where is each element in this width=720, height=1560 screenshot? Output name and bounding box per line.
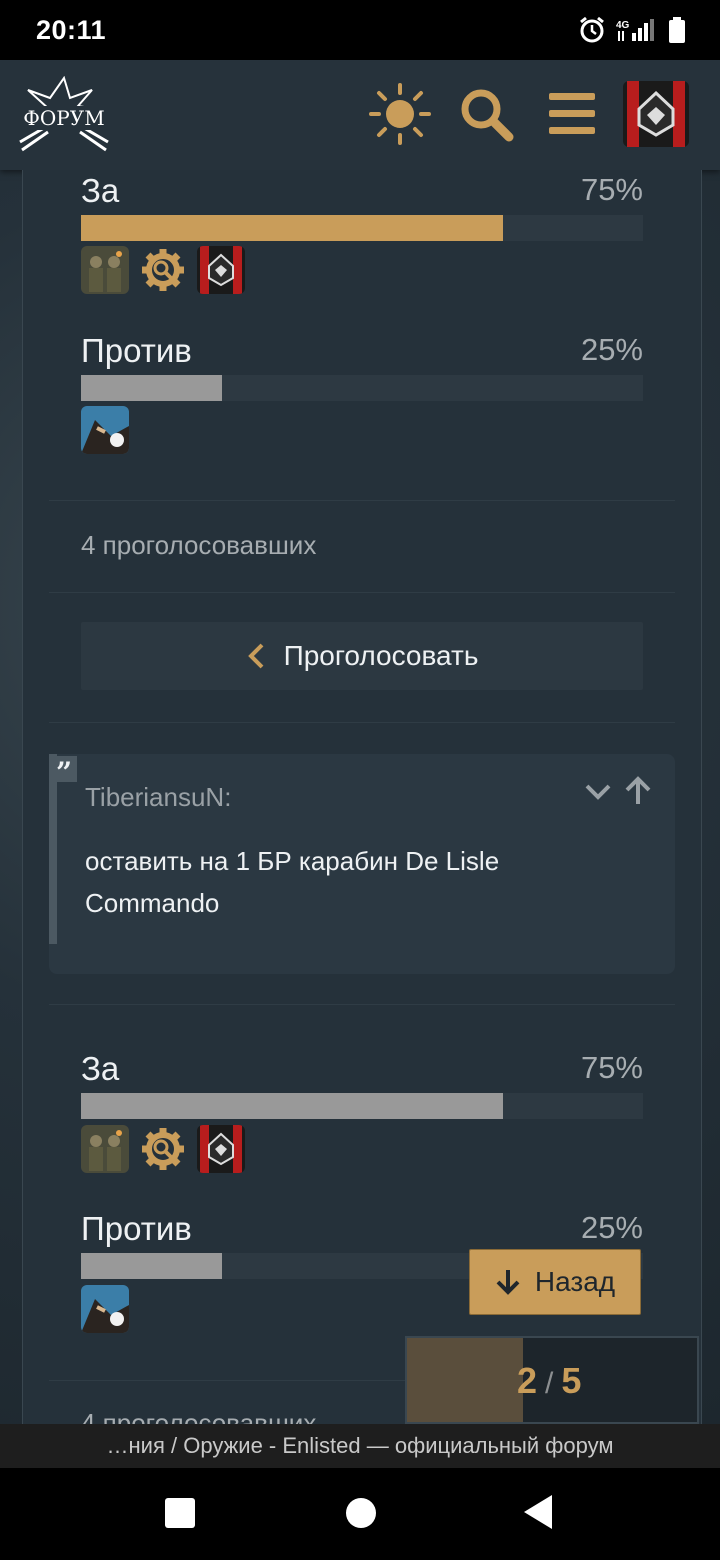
sun-icon [369,83,431,145]
option-label: За [81,172,120,209]
battery-icon [669,17,685,43]
progress-text: 2/5 [517,1360,581,1402]
voter-avatar[interactable] [81,1285,129,1333]
voter-avatar[interactable] [139,246,187,294]
divider [49,500,675,501]
arrow-up-icon[interactable] [623,776,653,806]
chevron-down-icon[interactable] [583,776,613,806]
poll1-voters-against [81,406,129,454]
voter-avatar[interactable] [81,406,129,454]
user-avatar-button[interactable] [622,80,690,148]
system-nav-bar [0,1468,720,1560]
option-label: За [81,1050,120,1087]
poll1-bar-against [81,375,643,401]
status-time: 20:11 [36,14,107,45]
quote-icon: ” [51,756,77,789]
quote-controls [583,776,653,806]
poll1-voters-count: 4 проголосовавших [81,530,317,560]
divider [49,592,675,593]
voter-avatar[interactable] [81,1125,129,1173]
progress-total: 5 [561,1360,582,1401]
progress-separator: / [545,1367,554,1400]
poll2-voters-for [81,1125,245,1173]
poll2-option-for: За 75% [81,1050,643,1088]
status-icons: 4G [578,16,686,44]
voter-avatar[interactable] [139,1125,187,1173]
logo-text: ФОРУМ [22,106,106,130]
quote-author[interactable]: TiberiansuN: [85,782,231,813]
chevron-left-icon [247,643,263,669]
poll1-voters-for [81,246,245,294]
menu-button[interactable] [538,80,606,148]
search-button[interactable] [452,80,520,148]
vote-button[interactable]: Проголосовать [81,622,643,690]
option-percent: 75% [580,172,643,207]
forum-logo[interactable]: ФОРУМ [18,75,110,156]
bar-fill [81,1093,503,1119]
site-header: ФОРУМ [0,60,720,170]
bar-fill [81,375,222,401]
voter-avatar[interactable] [81,246,129,294]
quote-block: ” TiberiansuN: оставить на 1 БР карабин … [49,754,675,974]
recent-apps-button[interactable] [163,1496,197,1530]
poll2-bar-for [81,1093,643,1119]
voter-avatar[interactable] [197,246,245,294]
alarm-icon [580,16,604,43]
poll2-option-against: Против 25% [81,1210,643,1248]
quote-text: оставить на 1 БР карабин De Lisle Comman… [85,846,500,918]
bar-fill [81,215,503,241]
option-label: Против [81,332,192,369]
hamburger-icon [549,93,595,134]
poll1-bar-for [81,215,643,241]
option-label: Против [81,1210,192,1247]
poll1-option-for: За 75% [81,172,643,210]
divider [49,722,675,723]
theme-toggle-button[interactable] [366,80,434,148]
topic-progress[interactable]: 2/5 [405,1336,699,1424]
option-percent: 25% [580,332,643,367]
poll2-voters-against [81,1285,129,1333]
home-button[interactable] [343,1495,379,1531]
option-percent: 75% [580,1050,643,1085]
back-nav-button[interactable] [520,1492,556,1532]
poll2-voters-count: 4 проголосовавших [81,1408,317,1424]
vote-button-label: Проголосовать [283,640,479,671]
progress-current: 2 [517,1360,538,1401]
back-button[interactable]: Назад [469,1249,641,1315]
page-title: …ния / Оружие - Enlisted — официальный ф… [0,1424,720,1468]
poll1-option-against: Против 25% [81,332,643,370]
arrow-down-icon [496,1270,520,1295]
search-icon [461,89,514,142]
back-button-label: Назад [534,1266,616,1297]
bar-fill [81,1253,222,1279]
post-content: За 75% Против 25% 4 проголосовавших Прог… [22,170,702,1424]
voter-avatar[interactable] [197,1125,245,1173]
progress-fill [407,1338,523,1422]
option-percent: 25% [580,1210,643,1245]
signal-icon: 4G [616,19,654,41]
avatar [623,81,689,147]
status-bar: 20:11 4G [0,0,720,60]
divider [49,1004,675,1005]
svg-text:4G: 4G [616,20,630,31]
